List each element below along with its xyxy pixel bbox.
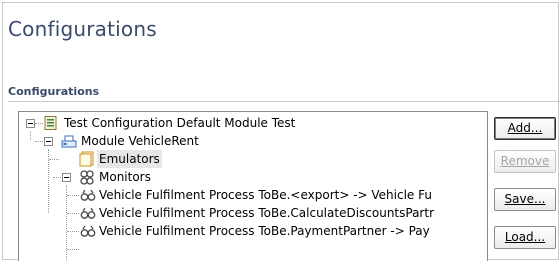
tree-item-emulators[interactable]: Emulators <box>19 150 487 168</box>
configuration-tree[interactable]: Test Configuration Default Module Test M… <box>18 111 488 261</box>
tree-item-label: Test Configuration Default Module Test <box>64 116 296 130</box>
tree-item-label: Vehicle Fulfilment Process ToBe.PaymentP… <box>99 224 430 238</box>
tree-item-label: Monitors <box>99 170 151 184</box>
load-button-label: Load... <box>504 230 546 244</box>
add-button[interactable]: Add... <box>494 117 556 140</box>
tree-item-monitors[interactable]: Monitors <box>19 168 487 186</box>
monitors-icon <box>80 170 94 185</box>
remove-button-label: Remove <box>500 154 550 168</box>
tree-item-label: Module VehicleRent <box>81 134 199 148</box>
tree-item-label: Vehicle Fulfilment Process ToBe.Calculat… <box>99 206 435 220</box>
tree-item-label: Emulators <box>97 150 162 168</box>
tree-item-module[interactable]: Module VehicleRent <box>19 132 487 150</box>
tree-connector <box>67 249 79 250</box>
monitor-icon <box>80 225 96 237</box>
module-icon <box>61 135 77 148</box>
section-title: Configurations <box>8 85 100 98</box>
collapse-toggle[interactable] <box>62 173 71 182</box>
add-button-label: Add... <box>507 121 543 135</box>
page-title: Configurations <box>8 17 157 41</box>
collapse-toggle[interactable] <box>44 137 53 146</box>
monitor-icon <box>80 189 96 201</box>
tree-item-monitor[interactable]: Vehicle Fulfilment Process ToBe.<export>… <box>19 186 487 204</box>
save-button-label: Save... <box>504 192 546 206</box>
collapse-toggle[interactable] <box>26 119 35 128</box>
load-button[interactable]: Load... <box>494 226 556 249</box>
tree-item-monitor[interactable]: Vehicle Fulfilment Process ToBe.PaymentP… <box>19 222 487 240</box>
remove-button[interactable]: Remove <box>494 150 556 173</box>
tree-item-monitor[interactable]: Vehicle Fulfilment Process ToBe.Calculat… <box>19 204 487 222</box>
tree-item-test-configuration[interactable]: Test Configuration Default Module Test <box>19 114 487 132</box>
test-configuration-icon <box>44 116 57 130</box>
section-divider <box>8 101 560 102</box>
emulators-icon <box>79 151 94 167</box>
save-button[interactable]: Save... <box>494 188 556 211</box>
monitor-icon <box>80 207 96 219</box>
tree-item-label: Vehicle Fulfilment Process ToBe.<export>… <box>99 188 432 202</box>
